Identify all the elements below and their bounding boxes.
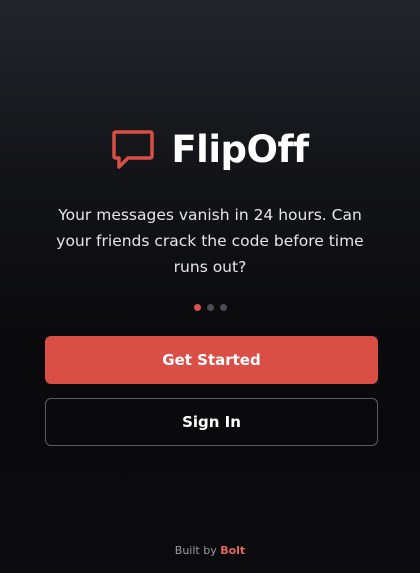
pagination-dot-1[interactable] [193, 304, 201, 311]
app-name: FlipOff [171, 128, 309, 171]
footer-credit: Built by Bolt [0, 544, 420, 557]
brand-header: FlipOff [0, 128, 420, 172]
footer-prefix: Built by [174, 544, 217, 557]
sign-in-button[interactable]: Sign In [45, 398, 378, 446]
bolt-link[interactable]: Bolt [220, 544, 245, 557]
pagination-dots [0, 304, 420, 311]
tagline-text: Your messages vanish in 24 hours. Can yo… [56, 206, 364, 276]
get-started-button[interactable]: Get Started [45, 336, 378, 384]
pagination-dot-3[interactable] [219, 304, 227, 311]
pagination-dot-2[interactable] [206, 304, 214, 311]
onboarding-screen: FlipOff Your messages vanish in 24 hours… [0, 0, 420, 573]
speech-bubble-icon [112, 130, 155, 169]
